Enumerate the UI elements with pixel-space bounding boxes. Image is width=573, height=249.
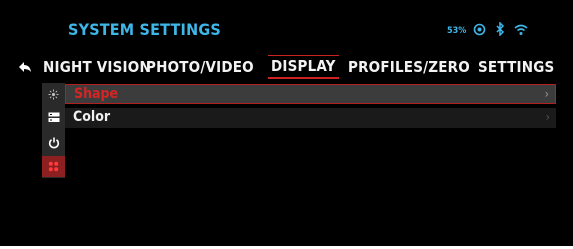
menu-item-label: Shape	[74, 86, 119, 102]
back-arrow-icon[interactable]	[18, 58, 32, 77]
tab-display[interactable]: DISPLAY	[268, 55, 339, 79]
menu-item-shape[interactable]: Shape ›	[65, 84, 556, 104]
menu-item-color[interactable]: Color ›	[65, 108, 556, 128]
chevron-right-icon: ›	[544, 87, 549, 101]
wifi-icon	[514, 21, 528, 40]
power-icon[interactable]	[42, 132, 65, 153]
tab-profiles-zero[interactable]: PROFILES/ZERO	[348, 55, 470, 79]
tab-night-vision[interactable]: NIGHT VISION	[43, 55, 151, 79]
bluetooth-icon	[495, 21, 505, 40]
device-screen: SYSTEM SETTINGS 53% NIGHT VISION PHOTO/V…	[0, 0, 573, 246]
storage-icon[interactable]	[42, 107, 65, 128]
page-title: SYSTEM SETTINGS	[68, 20, 221, 39]
menu-item-label: Color	[73, 109, 111, 125]
grid-dots-icon[interactable]	[42, 156, 65, 177]
chevron-right-icon: ›	[545, 110, 550, 124]
tab-settings[interactable]: SETTINGS	[478, 55, 554, 79]
target-icon	[473, 21, 486, 40]
battery-label: 53%	[447, 26, 467, 36]
brightness-icon[interactable]	[42, 84, 65, 105]
tab-photo-video[interactable]: PHOTO/VIDEO	[146, 55, 254, 79]
